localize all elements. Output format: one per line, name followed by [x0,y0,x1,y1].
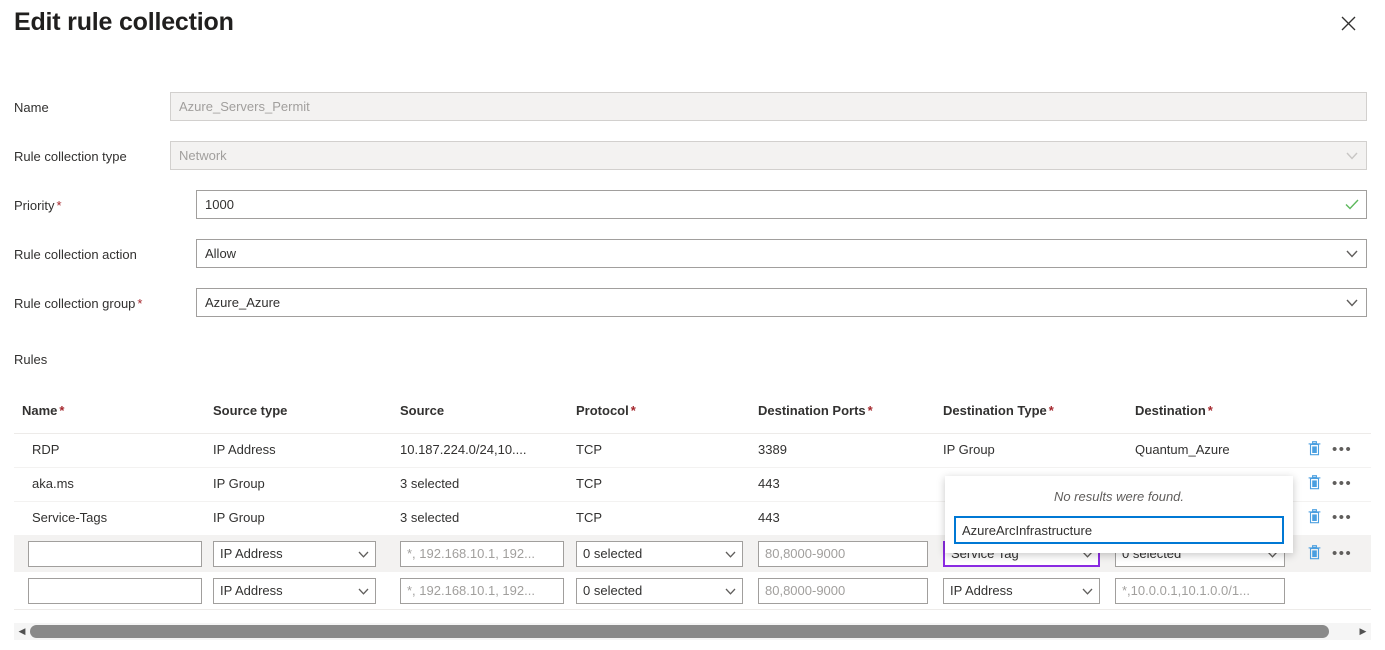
delete-row-button[interactable] [1304,474,1324,494]
cell-name: aka.ms [32,476,74,491]
table-row[interactable]: RDP IP Address 10.187.224.0/24,10.... TC… [14,434,1371,468]
cell-destination: Quantum_Azure [1135,442,1230,457]
cell-protocol: TCP [576,476,602,491]
source-type-select[interactable]: IP Address [213,578,376,604]
label-rule-collection-group: Rule collection group * [14,296,143,311]
protocol-select[interactable]: 0 selected [576,541,743,567]
destination-ports-input[interactable]: 80,8000-9000 [758,578,928,604]
table-row-editing[interactable]: IP Address *, 192.168.10.1, 192... 0 sel… [14,573,1371,610]
service-tag-typeahead-popup: No results were found. [945,476,1293,553]
chevron-right-icon[interactable]: ▶ [1355,623,1371,640]
required-asterisk: * [59,403,65,418]
more-actions-icon[interactable]: ••• [1332,510,1352,525]
cell-destination-ports: 3389 [758,442,787,457]
destination-type-select[interactable]: IP Address [943,578,1100,604]
cell-source-type: IP Group [213,476,265,491]
page-title: Edit rule collection [14,8,234,36]
more-actions-icon[interactable]: ••• [1332,442,1352,457]
destination-input[interactable]: *,10.0.0.1,10.1.0.0/1... [1115,578,1285,604]
trash-icon [1308,509,1321,527]
cell-protocol: TCP [576,510,602,525]
valid-check-icon [1337,190,1367,219]
required-asterisk: * [1048,403,1054,418]
rules-section-label: Rules [14,352,48,367]
cell-name: Service-Tags [32,510,108,525]
popup-input-wrapper [945,516,1293,553]
form-row-rule-collection-group: Rule collection group * Azure_Azure [0,288,1385,337]
source-type-select[interactable]: IP Address [213,541,376,567]
required-asterisk: * [630,403,636,418]
cell-source: 10.187.224.0/24,10.... [400,442,527,457]
column-header-destination: Destination * [1135,403,1213,418]
cell-source-type: IP Address [213,442,276,457]
row-actions: ••• [1304,508,1352,528]
scrollbar-track[interactable] [30,623,1355,640]
row-actions: ••• [1304,474,1352,494]
required-asterisk: * [867,403,873,418]
required-asterisk: * [137,296,143,311]
column-header-destination-type: Destination Type * [943,403,1054,418]
trash-icon [1308,441,1321,459]
rule-collection-type-select[interactable]: Network [170,141,1367,170]
column-header-source-type: Source type [213,403,288,418]
cell-name: RDP [32,442,60,457]
close-icon [1341,16,1356,31]
rules-grid-header: Name * Source type Source Protocol * Desti… [14,392,1371,434]
source-input[interactable]: *, 192.168.10.1, 192... [400,578,564,604]
horizontal-scrollbar[interactable]: ◀ ▶ [14,623,1371,640]
column-header-destination-ports: Destination Ports * [758,403,873,418]
column-header-name: Name * [22,403,65,418]
more-actions-icon[interactable]: ••• [1332,546,1352,561]
rule-collection-form: Name Azure_Servers_Permit Rule collectio… [0,92,1385,337]
chevron-left-icon[interactable]: ◀ [14,623,30,640]
name-input[interactable]: Azure_Servers_Permit [170,92,1367,121]
form-row-rule-collection-type: Rule collection type Network [0,141,1385,190]
more-actions-icon[interactable]: ••• [1332,476,1352,491]
form-row-priority: Priority * 1000 [0,190,1385,239]
trash-icon [1308,545,1321,563]
cell-destination-type: IP Group [943,442,995,457]
delete-row-button[interactable] [1304,544,1324,564]
row-actions: ••• [1304,440,1352,460]
label-name: Name [14,100,49,115]
column-header-protocol: Protocol * [576,403,636,418]
rule-name-input[interactable] [28,578,202,604]
cell-destination-ports: 443 [758,476,780,491]
service-tag-search-input[interactable] [954,516,1284,544]
protocol-select[interactable]: 0 selected [576,578,743,604]
delete-row-button[interactable] [1304,508,1324,528]
form-row-name: Name Azure_Servers_Permit [0,92,1385,141]
form-row-rule-collection-action: Rule collection action Allow [0,239,1385,288]
rule-name-input[interactable] [28,541,202,567]
destination-ports-input[interactable]: 80,8000-9000 [758,541,928,567]
required-asterisk: * [56,198,62,213]
cell-source-type: IP Group [213,510,265,525]
delete-row-button[interactable] [1304,440,1324,460]
row-actions: ••• [1304,544,1352,564]
label-rule-collection-action: Rule collection action [14,247,137,262]
cell-source: 3 selected [400,510,460,525]
scrollbar-thumb[interactable] [30,625,1329,638]
close-button[interactable] [1335,10,1361,36]
cell-destination-ports: 443 [758,510,780,525]
cell-protocol: TCP [576,442,602,457]
column-header-source: Source [400,403,445,418]
priority-input[interactable]: 1000 [196,190,1367,219]
label-rule-collection-type: Rule collection type [14,149,127,164]
required-asterisk: * [1207,403,1213,418]
rule-collection-action-select[interactable]: Allow [196,239,1367,268]
trash-icon [1308,475,1321,493]
rule-collection-group-select[interactable]: Azure_Azure [196,288,1367,317]
cell-source: 3 selected [400,476,460,491]
label-priority: Priority * [14,198,62,213]
no-results-message: No results were found. [1053,488,1185,504]
blade-header: Edit rule collection [0,0,1385,58]
source-input[interactable]: *, 192.168.10.1, 192... [400,541,564,567]
